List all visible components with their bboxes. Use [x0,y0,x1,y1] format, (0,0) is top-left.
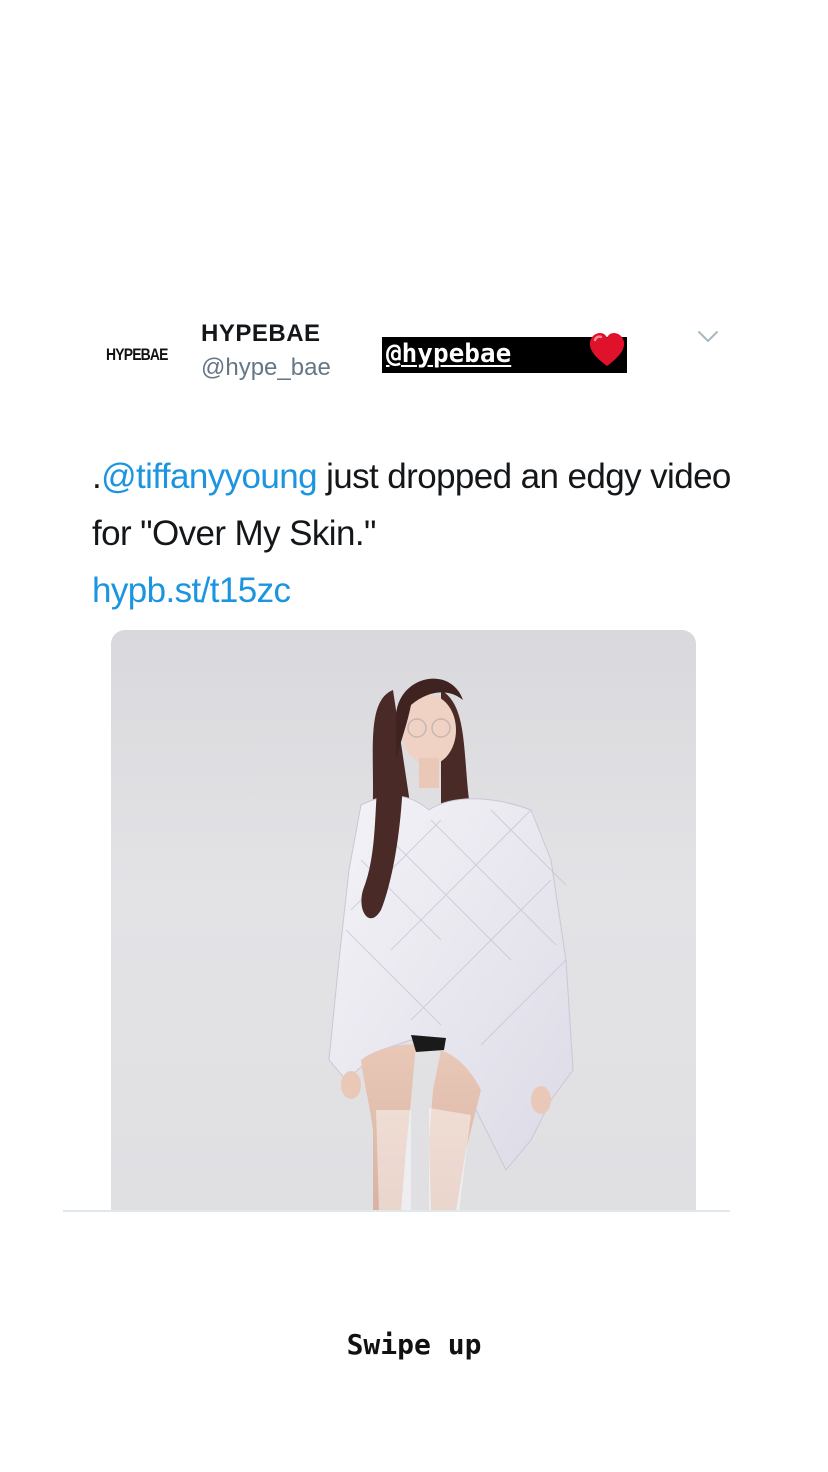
tweet-handle[interactable]: @hype_bae [201,354,331,382]
tweet-divider [63,1210,730,1212]
tweet-text: .@tiffanyyoung just dropped an edgy vide… [92,448,732,619]
tweet-display-name[interactable]: HYPEBAE [201,320,321,348]
swipe-up-label[interactable]: Swipe up [0,1328,828,1361]
heart-icon [589,333,625,366]
tweet-text-prefix: . [92,457,102,496]
photo-illustration [328,678,574,1211]
chevron-down-icon[interactable] [697,330,719,344]
mention-sticker[interactable]: @hypebae [382,333,627,373]
mention-link[interactable]: @tiffanyyoung [101,457,317,496]
tweet-media-photo[interactable] [111,630,696,1211]
hypebae-avatar-logo[interactable]: HYPEBAE [106,343,168,367]
mention-sticker-text[interactable]: @hypebae [386,338,511,370]
tweet-url-link[interactable]: hypb.st/t15zc [92,571,291,610]
